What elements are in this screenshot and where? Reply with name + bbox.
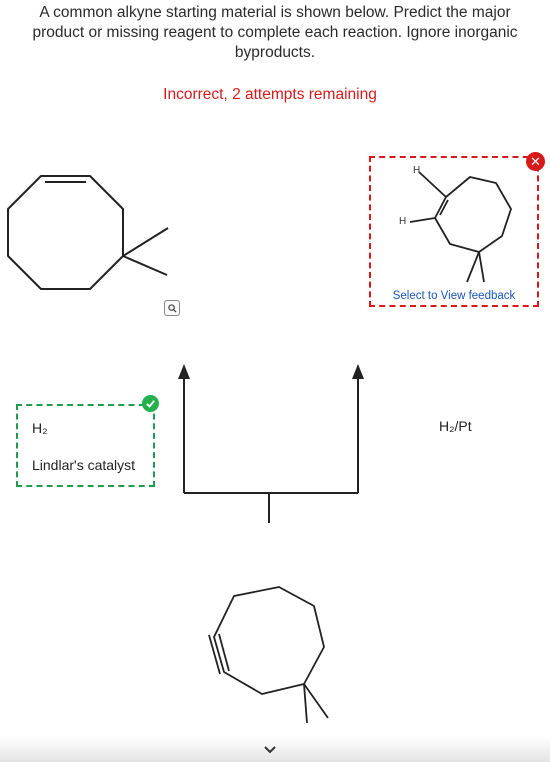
close-icon: ✕ bbox=[530, 153, 541, 169]
reagent-line-2: Lindlar's catalyst bbox=[32, 457, 136, 473]
question-line-2: product or missing reagent to complete e… bbox=[32, 24, 518, 41]
checkmark-icon bbox=[146, 400, 155, 408]
question-line-3: byproducts. bbox=[234, 44, 316, 61]
feedback-link[interactable]: Select to View feedback bbox=[371, 290, 537, 302]
zoom-icon bbox=[167, 303, 177, 313]
zoom-button[interactable] bbox=[164, 300, 180, 316]
submitted-product-structure bbox=[409, 171, 512, 283]
attempt-status: Incorrect, 2 attempts remaining bbox=[163, 86, 377, 103]
atom-label-h-top: H bbox=[413, 165, 421, 176]
starting-material-structure bbox=[208, 586, 329, 724]
reagent-right-label: H₂/Pt bbox=[439, 418, 472, 434]
atom-label-h-left: H bbox=[399, 216, 407, 227]
correct-badge bbox=[142, 395, 159, 412]
left-product-structure bbox=[7, 175, 169, 290]
reaction-arrows bbox=[178, 364, 364, 523]
incorrect-close-button[interactable]: ✕ bbox=[526, 152, 545, 171]
question-line-1: A common alkyne starting material is sho… bbox=[39, 4, 511, 21]
reagent-line-1: H₂ bbox=[32, 420, 48, 436]
question-text: A common alkyne starting material is sho… bbox=[8, 3, 542, 63]
product-answer-box[interactable]: H H Select to View feedback bbox=[369, 156, 539, 307]
chevron-down-icon[interactable] bbox=[262, 744, 278, 756]
reagent-answer-box[interactable]: H₂ Lindlar's catalyst bbox=[16, 404, 155, 487]
